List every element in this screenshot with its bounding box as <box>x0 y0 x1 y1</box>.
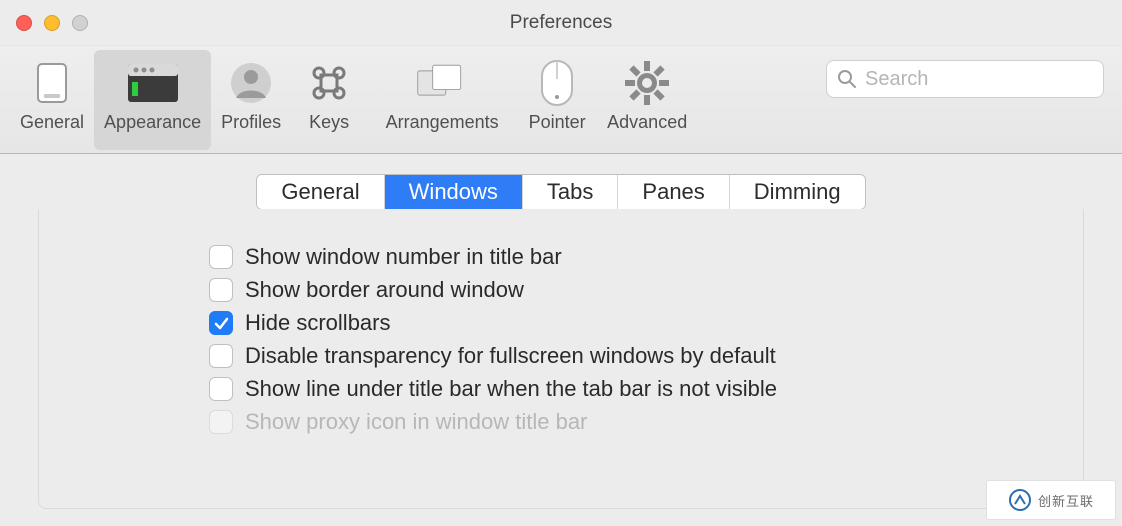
tab-general[interactable]: General <box>10 50 94 150</box>
tab-profiles[interactable]: Profiles <box>211 50 291 150</box>
close-button[interactable] <box>16 15 32 31</box>
tab-pointer-label: Pointer <box>529 112 586 133</box>
tab-arrangements[interactable]: Arrangements <box>367 50 517 150</box>
option-label: Show proxy icon in window title bar <box>245 409 587 435</box>
arrangements-icon <box>414 56 470 110</box>
pointer-icon <box>529 56 585 110</box>
option-label: Disable transparency for fullscreen wind… <box>245 343 776 369</box>
tab-keys[interactable]: Keys <box>291 50 367 150</box>
titlebar: Preferences <box>0 0 1122 46</box>
option-row: Show border around window <box>209 277 923 303</box>
checkbox-disable-transparency[interactable] <box>209 344 233 368</box>
profiles-icon <box>223 56 279 110</box>
option-row: Show proxy icon in window title bar <box>209 409 923 435</box>
subtab-windows[interactable]: Windows <box>385 175 523 209</box>
tab-pointer[interactable]: Pointer <box>517 50 597 150</box>
watermark-text: 创新互联 <box>1038 491 1094 510</box>
tab-advanced[interactable]: Advanced <box>597 50 697 150</box>
appearance-icon <box>125 56 181 110</box>
option-label: Show line under title bar when the tab b… <box>245 376 777 402</box>
tab-general-label: General <box>20 112 84 133</box>
option-label: Show border around window <box>245 277 524 303</box>
tab-appearance[interactable]: Appearance <box>94 50 211 150</box>
option-row: Show window number in title bar <box>209 244 923 270</box>
search-icon <box>837 69 857 89</box>
option-row: Show line under title bar when the tab b… <box>209 376 923 402</box>
subtab-dimming[interactable]: Dimming <box>730 175 865 209</box>
zoom-button-disabled <box>72 15 88 31</box>
window-title: Preferences <box>0 12 1122 34</box>
watermark-icon <box>1008 488 1032 512</box>
gear-icon <box>619 56 675 110</box>
option-row: Disable transparency for fullscreen wind… <box>209 343 923 369</box>
tab-keys-label: Keys <box>309 112 349 133</box>
option-row: Hide scrollbars <box>209 310 923 336</box>
subtab-general[interactable]: General <box>257 175 384 209</box>
search-field[interactable] <box>826 60 1104 98</box>
keys-icon <box>301 56 357 110</box>
watermark-badge: 创新互联 <box>986 480 1116 520</box>
search-input[interactable] <box>865 68 1093 91</box>
tab-profiles-label: Profiles <box>221 112 281 133</box>
tab-arrangements-label: Arrangements <box>386 112 499 133</box>
checkbox-show-proxy-icon <box>209 410 233 434</box>
general-icon <box>24 56 80 110</box>
minimize-button[interactable] <box>44 15 60 31</box>
appearance-subtabs: General Windows Tabs Panes Dimming <box>256 174 865 210</box>
checkbox-show-border[interactable] <box>209 278 233 302</box>
preferences-toolbar: General Appearance <box>0 46 1122 154</box>
traffic-lights <box>16 15 88 31</box>
preferences-window: Preferences General <box>0 0 1122 526</box>
subtab-panes[interactable]: Panes <box>618 175 729 209</box>
checkbox-hide-scrollbars[interactable] <box>209 311 233 335</box>
option-label: Hide scrollbars <box>245 310 391 336</box>
checkbox-show-window-number[interactable] <box>209 245 233 269</box>
option-label: Show window number in title bar <box>245 244 562 270</box>
tab-appearance-label: Appearance <box>104 112 201 133</box>
subtab-tabs[interactable]: Tabs <box>523 175 618 209</box>
checkbox-show-line-under-titlebar[interactable] <box>209 377 233 401</box>
content-area: General Windows Tabs Panes Dimming Show … <box>0 154 1122 510</box>
tab-advanced-label: Advanced <box>607 112 687 133</box>
windows-settings-panel: Show window number in title bar Show bor… <box>38 209 1084 509</box>
